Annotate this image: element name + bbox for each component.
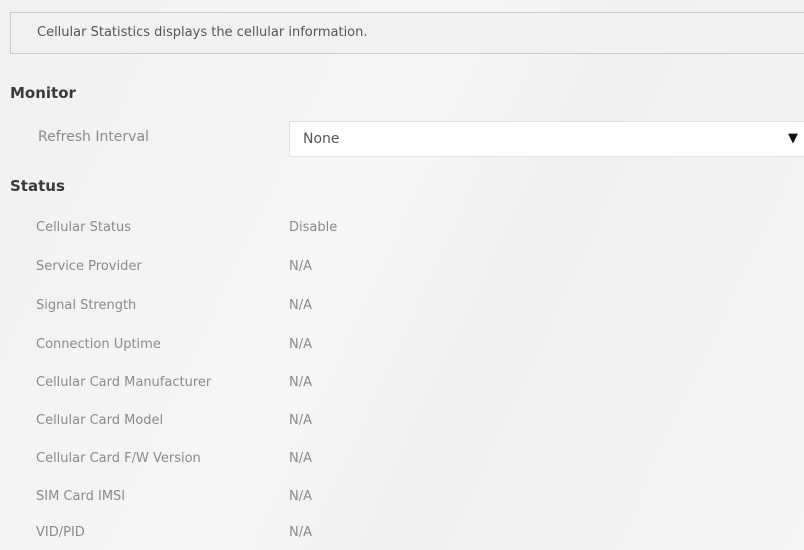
status-value: Disable [289,220,338,235]
status-row-sim-card-imsi: SIM Card IMSI N/A [0,489,804,515]
description-box: Cellular Statistics displays the cellula… [10,12,804,54]
status-value: N/A [289,489,312,504]
status-label: Cellular Card Manufacturer [36,375,212,390]
status-label: Cellular Card F/W Version [36,451,201,466]
description-text: Cellular Statistics displays the cellula… [37,25,368,40]
status-label: SIM Card IMSI [36,489,126,504]
dropdown-arrow-icon[interactable]: ▼ [788,131,798,146]
cellular-statistics-page: Cellular Statistics displays the cellula… [0,0,804,550]
status-section-title: Status [10,177,65,195]
status-row-cellular-status: Cellular Status Disable [0,220,804,246]
status-value: N/A [289,413,312,428]
status-label: Connection Uptime [36,337,161,352]
refresh-interval-label: Refresh Interval [38,129,149,145]
status-label: Signal Strength [36,298,137,313]
status-value: N/A [289,337,312,352]
status-value: N/A [289,298,312,313]
status-label: Cellular Status [36,220,132,235]
status-row-vid-pid: VID/PID N/A [0,525,804,550]
status-value: N/A [289,451,312,466]
status-row-cellular-card-model: Cellular Card Model N/A [0,413,804,439]
status-row-cellular-card-fw-version: Cellular Card F/W Version N/A [0,451,804,477]
status-row-signal-strength: Signal Strength N/A [0,298,804,324]
status-value: N/A [289,525,312,540]
status-label: VID/PID [36,525,85,540]
status-value: N/A [289,375,312,390]
status-label: Service Provider [36,259,142,274]
status-value: N/A [289,259,312,274]
status-row-cellular-card-manufacturer: Cellular Card Manufacturer N/A [0,375,804,401]
refresh-interval-select[interactable]: None ▼ [289,121,804,157]
status-row-connection-uptime: Connection Uptime N/A [0,337,804,363]
status-row-service-provider: Service Provider N/A [0,259,804,285]
status-label: Cellular Card Model [36,413,164,428]
refresh-interval-value: None [303,131,340,147]
monitor-section-title: Monitor [10,84,76,102]
